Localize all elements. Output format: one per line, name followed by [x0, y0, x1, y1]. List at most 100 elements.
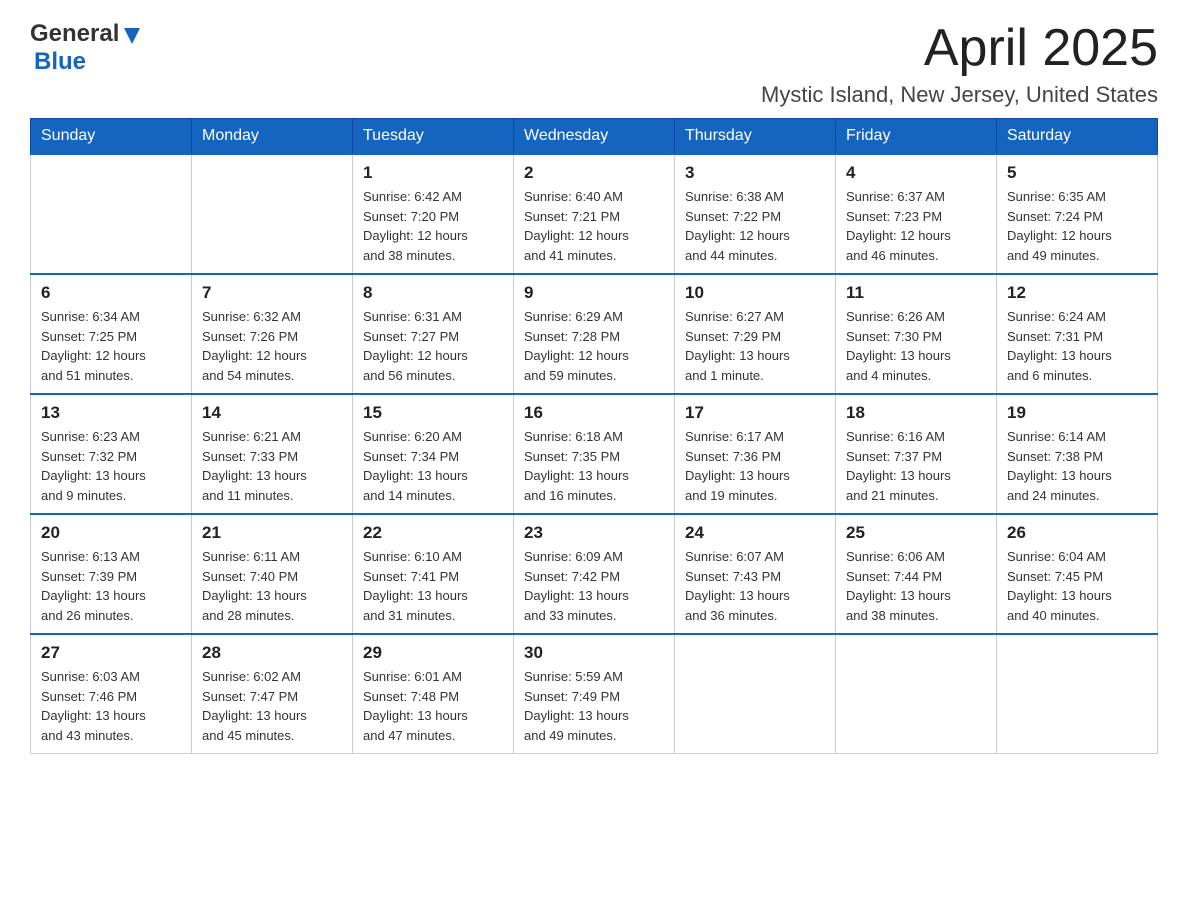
day-number: 9 [524, 283, 664, 303]
day-number: 10 [685, 283, 825, 303]
day-info: Sunrise: 6:10 AM Sunset: 7:41 PM Dayligh… [363, 547, 503, 625]
column-header-wednesday: Wednesday [514, 119, 675, 155]
day-number: 18 [846, 403, 986, 423]
day-info: Sunrise: 6:13 AM Sunset: 7:39 PM Dayligh… [41, 547, 181, 625]
calendar-cell: 2 Sunrise: 6:40 AM Sunset: 7:21 PM Daylig… [514, 154, 675, 274]
calendar-cell: 28Sunrise: 6:02 AM Sunset: 7:47 PM Dayli… [192, 634, 353, 754]
day-info: Sunrise: 6:16 AM Sunset: 7:37 PM Dayligh… [846, 427, 986, 505]
calendar-cell: 19 Sunrise: 6:14 AM Sunset: 7:38 PM Dayli… [997, 394, 1158, 514]
day-number: 26 [1007, 523, 1147, 543]
day-info: Sunrise: 6:40 AM Sunset: 7:21 PM Dayligh… [524, 187, 664, 265]
day-info: Sunrise: 6:27 AM Sunset: 7:29 PM Dayligh… [685, 307, 825, 385]
title-section: April 2025 Mystic Island, New Jersey, Un… [761, 20, 1158, 108]
day-number: 4 [846, 163, 986, 183]
calendar-cell: 17 Sunrise: 6:17 AM Sunset: 7:36 PM Dayli… [675, 394, 836, 514]
day-number: 23 [524, 523, 664, 543]
calendar-cell: 10 Sunrise: 6:27 AM Sunset: 7:29 PM Dayli… [675, 274, 836, 394]
calendar-week-row: 13 Sunrise: 6:23 AM Sunset: 7:32 PM Dayli… [31, 394, 1158, 514]
calendar-cell: 8Sunrise: 6:31 AM Sunset: 7:27 PM Daylig… [353, 274, 514, 394]
day-number: 14 [202, 403, 342, 423]
day-info: Sunrise: 6:29 AM Sunset: 7:28 PM Dayligh… [524, 307, 664, 385]
calendar-table: SundayMondayTuesdayWednesdayThursdayFrid… [30, 118, 1158, 754]
day-info: Sunrise: 6:02 AM Sunset: 7:47 PM Dayligh… [202, 667, 342, 745]
day-info: Sunrise: 6:18 AM Sunset: 7:35 PM Dayligh… [524, 427, 664, 505]
day-info: Sunrise: 6:17 AM Sunset: 7:36 PM Dayligh… [685, 427, 825, 505]
day-number: 29 [363, 643, 503, 663]
calendar-cell [31, 154, 192, 274]
day-number: 17 [685, 403, 825, 423]
calendar-cell: 9 Sunrise: 6:29 AM Sunset: 7:28 PM Daylig… [514, 274, 675, 394]
calendar-cell: 6 Sunrise: 6:34 AM Sunset: 7:25 PM Daylig… [31, 274, 192, 394]
calendar-cell: 3Sunrise: 6:38 AM Sunset: 7:22 PM Daylig… [675, 154, 836, 274]
logo: General Blue [30, 20, 143, 76]
calendar-week-row: 20 Sunrise: 6:13 AM Sunset: 7:39 PM Dayli… [31, 514, 1158, 634]
day-info: Sunrise: 6:42 AM Sunset: 7:20 PM Dayligh… [363, 187, 503, 265]
calendar-cell: 12Sunrise: 6:24 AM Sunset: 7:31 PM Dayli… [997, 274, 1158, 394]
calendar-cell: 20 Sunrise: 6:13 AM Sunset: 7:39 PM Dayli… [31, 514, 192, 634]
day-info: Sunrise: 6:23 AM Sunset: 7:32 PM Dayligh… [41, 427, 181, 505]
calendar-cell: 18 Sunrise: 6:16 AM Sunset: 7:37 PM Dayli… [836, 394, 997, 514]
calendar-cell: 15Sunrise: 6:20 AM Sunset: 7:34 PM Dayli… [353, 394, 514, 514]
month-year-title: April 2025 [761, 20, 1158, 77]
calendar-cell: 26Sunrise: 6:04 AM Sunset: 7:45 PM Dayli… [997, 514, 1158, 634]
calendar-cell: 27 Sunrise: 6:03 AM Sunset: 7:46 PM Dayli… [31, 634, 192, 754]
day-info: Sunrise: 6:26 AM Sunset: 7:30 PM Dayligh… [846, 307, 986, 385]
day-info: Sunrise: 6:06 AM Sunset: 7:44 PM Dayligh… [846, 547, 986, 625]
day-number: 2 [524, 163, 664, 183]
day-info: Sunrise: 6:01 AM Sunset: 7:48 PM Dayligh… [363, 667, 503, 745]
day-number: 27 [41, 643, 181, 663]
day-number: 20 [41, 523, 181, 543]
day-info: Sunrise: 6:31 AM Sunset: 7:27 PM Dayligh… [363, 307, 503, 385]
page-header: General Blue April 2025 Mystic Island, N… [30, 20, 1158, 108]
day-number: 5 [1007, 163, 1147, 183]
calendar-cell: 13 Sunrise: 6:23 AM Sunset: 7:32 PM Dayli… [31, 394, 192, 514]
day-number: 16 [524, 403, 664, 423]
day-info: Sunrise: 6:20 AM Sunset: 7:34 PM Dayligh… [363, 427, 503, 505]
logo-triangle-icon [121, 24, 143, 46]
day-info: Sunrise: 6:32 AM Sunset: 7:26 PM Dayligh… [202, 307, 342, 385]
calendar-cell: 22Sunrise: 6:10 AM Sunset: 7:41 PM Dayli… [353, 514, 514, 634]
day-info: Sunrise: 6:09 AM Sunset: 7:42 PM Dayligh… [524, 547, 664, 625]
logo-blue-text: Blue [34, 48, 86, 75]
day-info: Sunrise: 5:59 AM Sunset: 7:49 PM Dayligh… [524, 667, 664, 745]
day-number: 21 [202, 523, 342, 543]
day-number: 24 [685, 523, 825, 543]
column-header-sunday: Sunday [31, 119, 192, 155]
calendar-cell [192, 154, 353, 274]
column-header-friday: Friday [836, 119, 997, 155]
location-subtitle: Mystic Island, New Jersey, United States [761, 82, 1158, 108]
calendar-week-row: 6 Sunrise: 6:34 AM Sunset: 7:25 PM Daylig… [31, 274, 1158, 394]
day-info: Sunrise: 6:03 AM Sunset: 7:46 PM Dayligh… [41, 667, 181, 745]
day-number: 30 [524, 643, 664, 663]
day-info: Sunrise: 6:11 AM Sunset: 7:40 PM Dayligh… [202, 547, 342, 625]
calendar-cell [997, 634, 1158, 754]
day-info: Sunrise: 6:14 AM Sunset: 7:38 PM Dayligh… [1007, 427, 1147, 505]
day-info: Sunrise: 6:35 AM Sunset: 7:24 PM Dayligh… [1007, 187, 1147, 265]
column-header-tuesday: Tuesday [353, 119, 514, 155]
calendar-cell: 7Sunrise: 6:32 AM Sunset: 7:26 PM Daylig… [192, 274, 353, 394]
calendar-cell: 14Sunrise: 6:21 AM Sunset: 7:33 PM Dayli… [192, 394, 353, 514]
calendar-cell: 1Sunrise: 6:42 AM Sunset: 7:20 PM Daylig… [353, 154, 514, 274]
calendar-cell: 30 Sunrise: 5:59 AM Sunset: 7:49 PM Dayli… [514, 634, 675, 754]
calendar-cell: 24Sunrise: 6:07 AM Sunset: 7:43 PM Dayli… [675, 514, 836, 634]
calendar-cell: 29 Sunrise: 6:01 AM Sunset: 7:48 PM Dayli… [353, 634, 514, 754]
calendar-cell: 5 Sunrise: 6:35 AM Sunset: 7:24 PM Daylig… [997, 154, 1158, 274]
column-header-monday: Monday [192, 119, 353, 155]
calendar-cell [675, 634, 836, 754]
calendar-cell: 4 Sunrise: 6:37 AM Sunset: 7:23 PM Daylig… [836, 154, 997, 274]
day-info: Sunrise: 6:24 AM Sunset: 7:31 PM Dayligh… [1007, 307, 1147, 385]
calendar-week-row: 1Sunrise: 6:42 AM Sunset: 7:20 PM Daylig… [31, 154, 1158, 274]
day-number: 19 [1007, 403, 1147, 423]
calendar-cell: 11 Sunrise: 6:26 AM Sunset: 7:30 PM Dayli… [836, 274, 997, 394]
day-number: 6 [41, 283, 181, 303]
calendar-cell: 16 Sunrise: 6:18 AM Sunset: 7:35 PM Dayli… [514, 394, 675, 514]
day-number: 13 [41, 403, 181, 423]
calendar-cell: 25 Sunrise: 6:06 AM Sunset: 7:44 PM Dayli… [836, 514, 997, 634]
day-info: Sunrise: 6:34 AM Sunset: 7:25 PM Dayligh… [41, 307, 181, 385]
day-info: Sunrise: 6:37 AM Sunset: 7:23 PM Dayligh… [846, 187, 986, 265]
calendar-cell: 21 Sunrise: 6:11 AM Sunset: 7:40 PM Dayli… [192, 514, 353, 634]
logo-general-text: General [30, 20, 119, 48]
column-header-saturday: Saturday [997, 119, 1158, 155]
day-number: 25 [846, 523, 986, 543]
day-number: 11 [846, 283, 986, 303]
